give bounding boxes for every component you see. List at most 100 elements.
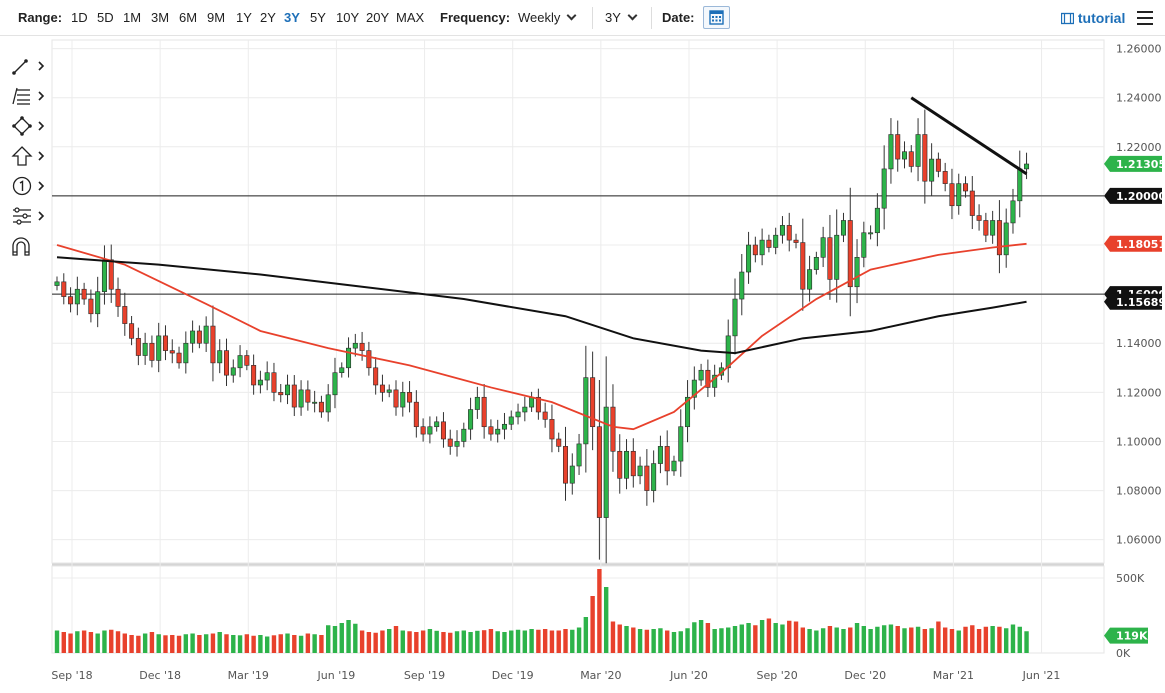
candle-body [393, 389, 399, 408]
candle-body [861, 232, 867, 258]
volume-bar [292, 635, 297, 653]
candle-body [637, 465, 643, 477]
volume-bar [685, 628, 690, 653]
volume-bar [766, 618, 772, 653]
volume-bar [949, 629, 955, 653]
volume-bar [909, 627, 914, 653]
candle-body [74, 288, 80, 305]
candle-body [346, 347, 352, 369]
price-badges: 1.213051.200001.180511.160001.15689119K [1104, 155, 1165, 644]
volume-bar [149, 632, 155, 653]
volume-bar [597, 569, 602, 653]
volume-bar [990, 626, 995, 653]
volume-tick-label: 0K [1116, 647, 1131, 660]
candle-body [461, 428, 467, 442]
x-tick-label: Jun '21 [1022, 669, 1061, 682]
candle-body [95, 291, 101, 315]
volume-bar [122, 633, 127, 653]
volume-bar [88, 632, 94, 653]
candle-body [624, 450, 630, 479]
candle-body [1024, 163, 1030, 170]
candle-body [407, 392, 413, 403]
trendline-drawing[interactable] [910, 96, 1028, 176]
volume-bar [176, 635, 182, 653]
volume-bar [773, 623, 778, 653]
candle-body [935, 158, 941, 172]
volume-bar [793, 621, 799, 653]
candle-body [162, 335, 168, 351]
x-tick-label: Dec '18 [139, 669, 181, 682]
candle-body [562, 446, 568, 484]
volume-bar [570, 629, 575, 653]
candle-body [651, 463, 657, 491]
volume-bar [529, 629, 534, 653]
candle-body [698, 369, 704, 381]
candle-body [773, 234, 779, 248]
price-badge-label: 1.18051 [1116, 238, 1165, 251]
volume-bar [502, 632, 507, 653]
volume-bar [515, 629, 521, 653]
candle-body [359, 342, 365, 351]
candle-body [373, 367, 379, 386]
volume-bar [190, 633, 195, 653]
candle-body [963, 183, 969, 192]
volume-bar [549, 630, 555, 653]
x-tick-label: Sep '18 [51, 669, 92, 682]
candle-body [529, 396, 535, 408]
candle-body [237, 355, 243, 369]
volume-bar [590, 596, 595, 653]
volume-bar [976, 629, 982, 653]
volume-bar [617, 624, 622, 653]
volume-bar [414, 632, 419, 653]
volume-bar [698, 620, 704, 653]
candle-body [54, 281, 60, 286]
candle-body [766, 239, 772, 248]
volume-bar [203, 634, 209, 653]
volume-bar [142, 633, 148, 653]
volume-bar [454, 631, 460, 653]
volume-bar [671, 632, 677, 653]
candle-body [278, 392, 284, 396]
volume-bar [298, 635, 304, 653]
candle-body [915, 134, 921, 167]
candle-body [1003, 222, 1009, 256]
volume-bar [115, 631, 121, 653]
volume-bar [326, 625, 331, 653]
candle-body [400, 392, 406, 408]
volume-bar [339, 623, 344, 653]
candle-body [81, 288, 87, 300]
price-badge: 1.21305 [1104, 155, 1165, 172]
y-tick-label: 1.10000 [1116, 435, 1162, 448]
volume-bar [814, 630, 819, 653]
volume-bar [929, 628, 934, 653]
volume-bar [488, 629, 494, 653]
candle-body [732, 298, 738, 337]
candle-body [908, 151, 914, 167]
volume-bar [68, 633, 73, 653]
volume-bar [102, 630, 107, 653]
volume-badge: 119K [1104, 627, 1148, 644]
volume-bar [895, 626, 900, 653]
volume-bar [129, 635, 134, 653]
volume-bar [848, 627, 853, 653]
candle-body [115, 288, 121, 307]
candle-body [427, 426, 433, 435]
candle-body [922, 134, 928, 182]
price-chart[interactable]: 1.260001.240001.220001.200001.180001.160… [0, 0, 1165, 693]
price-badge-label: 1.21305 [1116, 158, 1165, 171]
volume-bar [719, 628, 724, 653]
volume-bar [983, 626, 989, 653]
x-tick-label: Mar '21 [933, 669, 974, 682]
volume-bar [217, 632, 222, 653]
candle-body [447, 438, 453, 447]
candle-body [508, 416, 514, 425]
candle-body [68, 296, 74, 305]
y-tick-label: 1.26000 [1116, 43, 1162, 56]
candle-body [949, 183, 955, 207]
volume-bar [922, 629, 928, 653]
candle-body [217, 350, 223, 364]
volume-bar [81, 630, 87, 653]
volume-bar [827, 626, 833, 653]
price-badge: 1.18051 [1104, 235, 1165, 252]
volume-bar [380, 630, 385, 653]
